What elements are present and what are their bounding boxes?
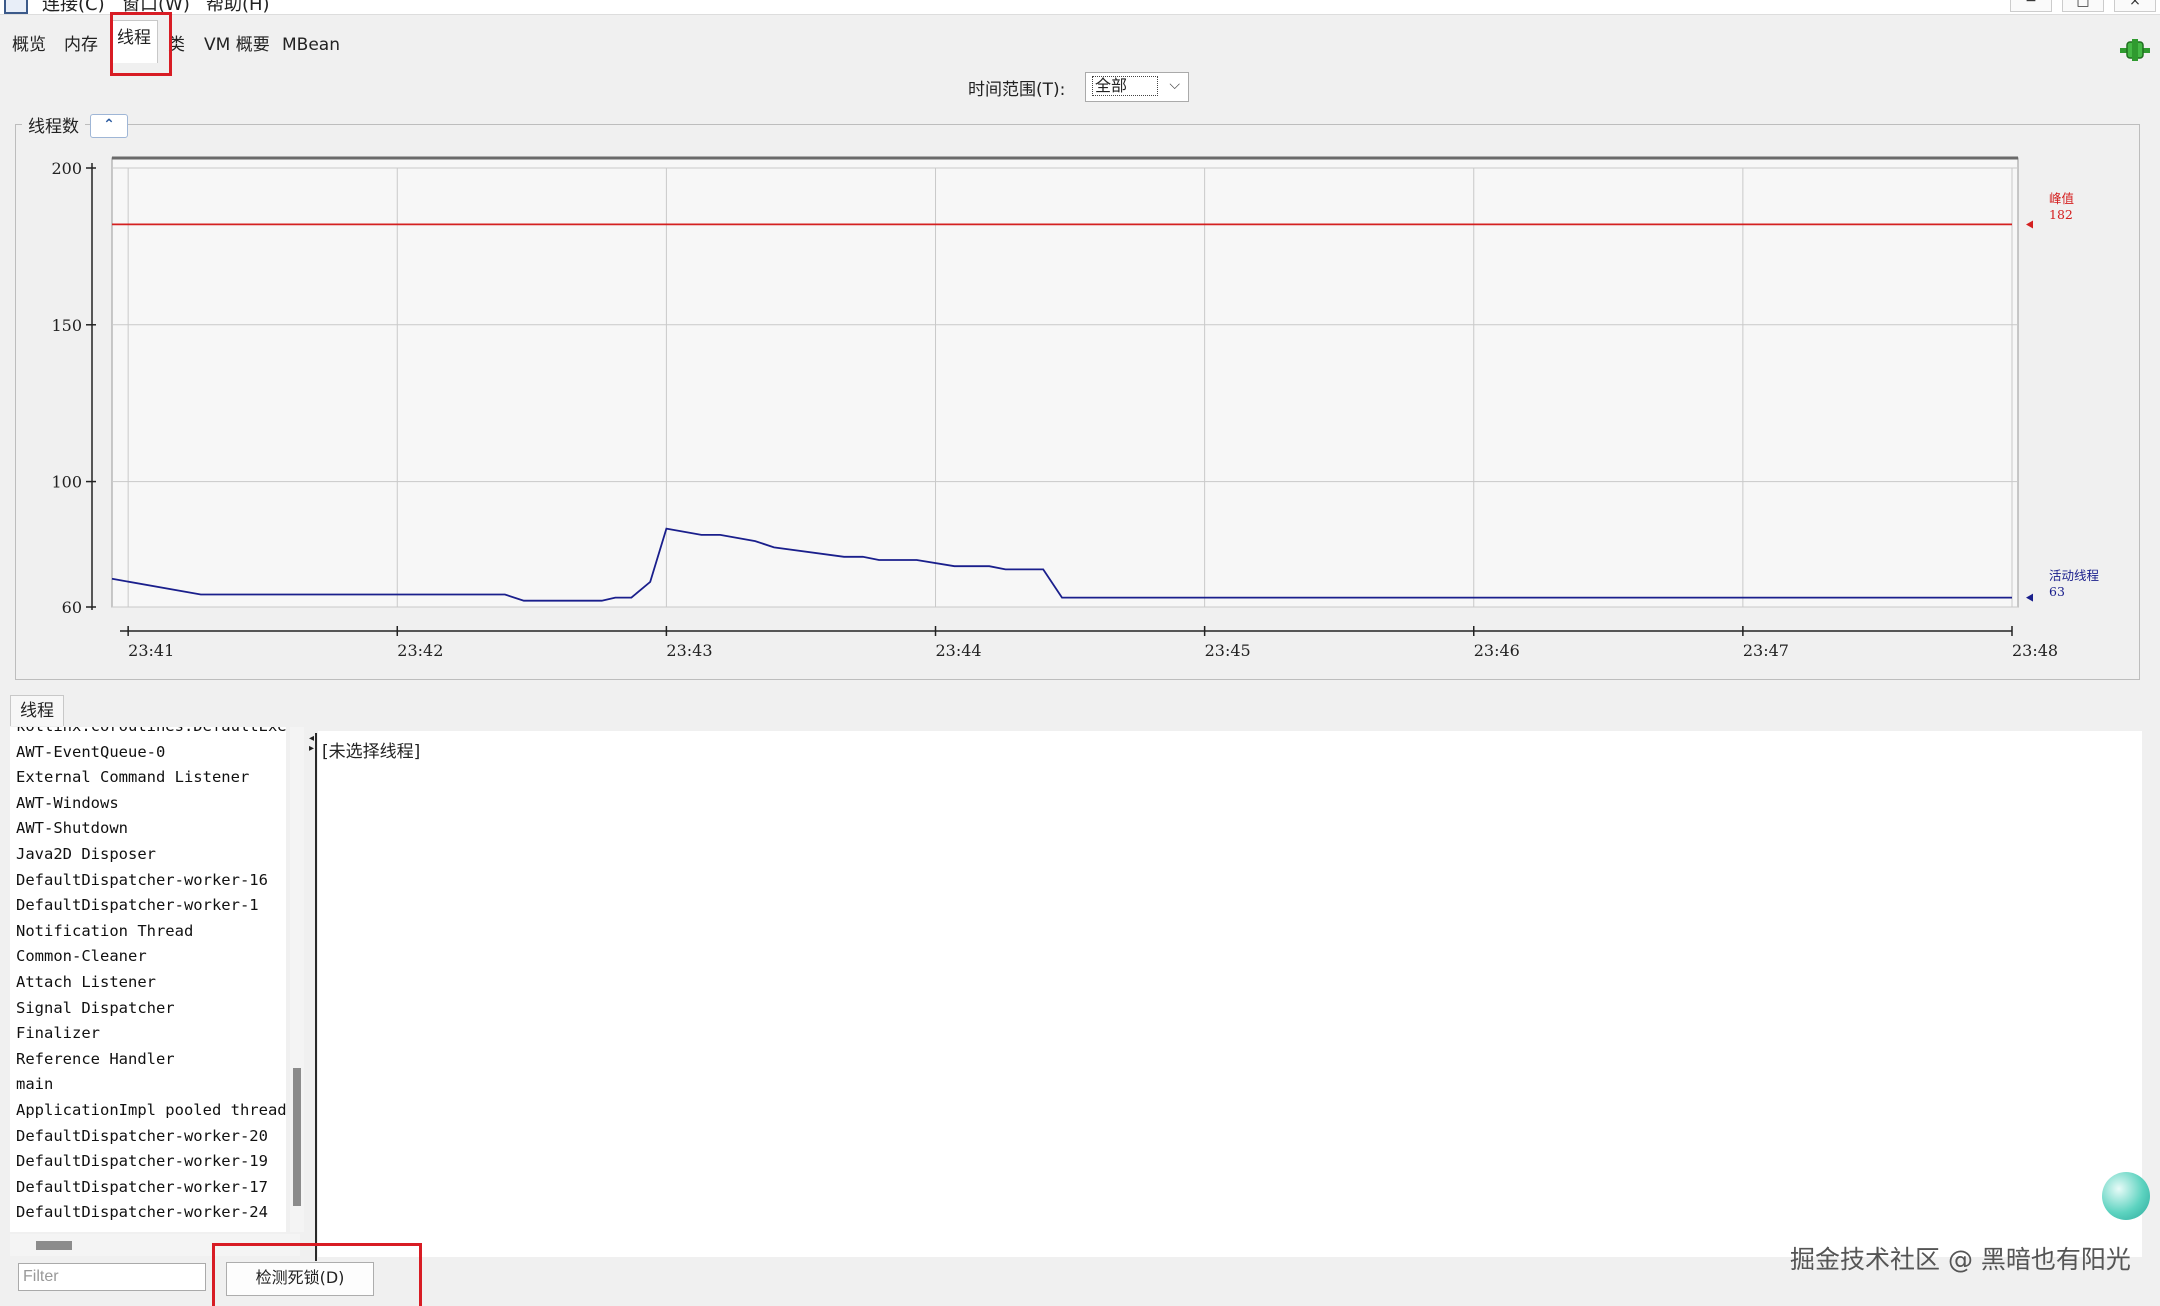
y-tick-label: 100 (51, 473, 82, 492)
x-tick-label: 23:44 (936, 641, 982, 660)
split-arrows-icon[interactable]: ◂ ▸ (309, 734, 314, 754)
series-marker-icon (2026, 220, 2033, 229)
x-tick-label: 23:42 (397, 641, 443, 660)
thread-list-item[interactable]: kotlinx.coroutines.DefaultExec (16, 727, 286, 735)
split-pane-divider[interactable] (315, 733, 317, 1261)
scrollbar-thumb[interactable] (36, 1241, 72, 1250)
thread-list-item[interactable]: AWT-Windows (16, 794, 119, 812)
thread-list-item[interactable]: Signal Dispatcher (16, 999, 175, 1017)
x-tick-label: 23:48 (2012, 641, 2058, 660)
series-value-label: 63 (2049, 584, 2065, 599)
thread-count-chart: 60 100 150 200 23:41 23:42 23:43 23:44 23:45 23:4… (51, 156, 2100, 660)
series-name-label: 活动线程 (2049, 568, 2100, 583)
y-tick-label: 200 (51, 159, 82, 178)
series-value-label: 182 (2049, 207, 2073, 222)
thread-list-vertical-scrollbar[interactable] (290, 727, 304, 1232)
thread-list-item[interactable]: Finalizer (16, 1024, 100, 1042)
x-tick-label: 23:43 (666, 641, 712, 660)
y-tick-label: 150 (51, 316, 82, 335)
thread-list-item[interactable]: DefaultDispatcher-worker-20 (16, 1127, 268, 1145)
x-tick-label: 23:46 (1474, 641, 1520, 660)
series-name-label: 峰值 (2049, 191, 2074, 206)
x-tick-label: 23:47 (1743, 641, 1789, 660)
thread-list-item[interactable]: DefaultDispatcher-worker-1 (16, 896, 259, 914)
thread-list-item[interactable]: ApplicationImpl pooled thread (16, 1101, 286, 1119)
thread-detail-text: [未选择线程] (322, 742, 421, 762)
thread-list-item[interactable]: Notification Thread (16, 922, 193, 940)
y-tick-label: 60 (62, 598, 82, 617)
thread-filter-input[interactable] (18, 1263, 206, 1291)
watermark: 掘金技术社区 @ 黑暗也有阳光 (1790, 1245, 2131, 1274)
thread-detail-pane: [未选择线程] (318, 731, 2142, 1257)
thread-list[interactable]: kotlinx.coroutines.DefaultExec AWT-EventQ… (10, 727, 286, 1232)
thread-list-item[interactable]: DefaultDispatcher-worker-24 (16, 1203, 268, 1221)
thread-list-item[interactable]: Java2D Disposer (16, 845, 156, 863)
highlight-deadlock-button (212, 1243, 422, 1306)
thread-list-item[interactable]: DefaultDispatcher-worker-19 (16, 1152, 268, 1170)
thread-list-item[interactable]: Attach Listener (16, 973, 156, 991)
thread-list-item[interactable]: AWT-EventQueue-0 (16, 743, 165, 761)
thread-list-item[interactable]: AWT-Shutdown (16, 819, 128, 837)
threads-panel-tab[interactable]: 线程 (10, 695, 64, 726)
thread-list-item[interactable]: DefaultDispatcher-worker-17 (16, 1178, 268, 1196)
thread-list-item[interactable]: main (16, 1075, 53, 1093)
thread-list-item[interactable]: Common-Cleaner (16, 947, 147, 965)
scrollbar-thumb[interactable] (293, 1068, 301, 1206)
thread-list-item[interactable]: DefaultDispatcher-worker-16 (16, 871, 268, 889)
thread-list-item[interactable]: External Command Listener (16, 768, 249, 786)
floating-logo (2102, 1172, 2150, 1220)
series-marker-icon (2026, 593, 2033, 602)
thread-list-item[interactable]: Reference Handler (16, 1050, 175, 1068)
x-tick-label: 23:45 (1205, 641, 1251, 660)
x-tick-label: 23:41 (128, 641, 174, 660)
plot-area (111, 157, 2019, 608)
